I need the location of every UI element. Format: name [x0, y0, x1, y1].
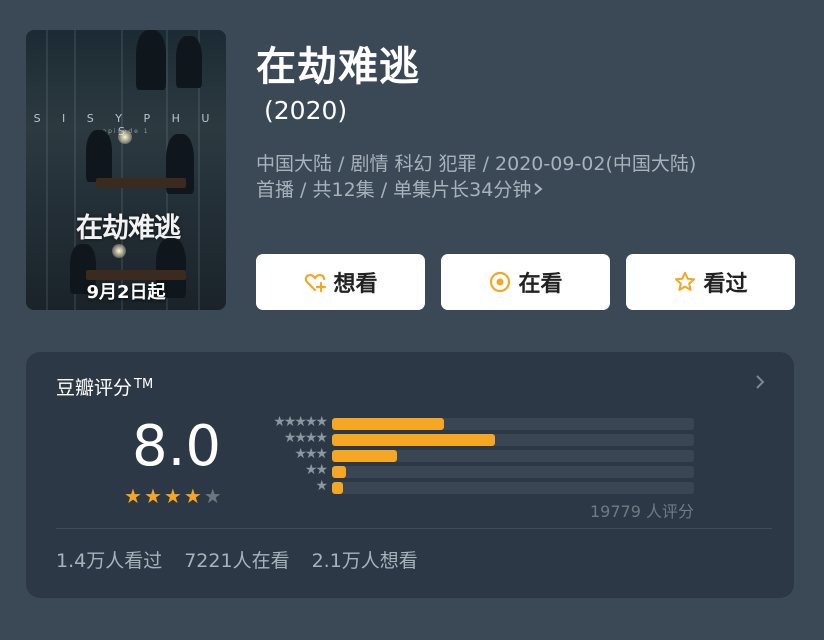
- trademark: TM: [134, 377, 154, 392]
- star-filled-icon: ★: [163, 484, 182, 508]
- rating-row-stars: ★★: [304, 462, 328, 478]
- stat-want: 2.1万人想看: [311, 550, 418, 572]
- rating-bar-track: [332, 450, 694, 462]
- poster-date: 9月2日起: [86, 282, 166, 303]
- poster-image[interactable]: S I S Y P H U S episode 1 在劫难逃 9月2日起: [26, 30, 226, 310]
- movie-title: 在劫难逃: [256, 44, 420, 90]
- score-stars: ★ ★ ★ ★ ★: [124, 486, 222, 506]
- stats-row: 1.4万人看过 7221人在看 2.1万人想看: [56, 546, 418, 573]
- target-icon: [488, 270, 512, 294]
- divider: [56, 528, 772, 529]
- rating-score: 8.0: [132, 414, 222, 479]
- rating-row-stars: ★★★★★: [273, 414, 328, 430]
- rating-card[interactable]: 豆瓣评分 TM 8.0 ★ ★ ★ ★ ★ ★★★★★ ★★★★ ★★★ ★★ ★ 19779 人…: [26, 352, 794, 598]
- rating-bar-fill: [332, 418, 445, 430]
- star-filled-icon: ★: [124, 484, 142, 508]
- want-label: 想看: [333, 272, 378, 297]
- rating-title: 豆瓣评分 TM: [56, 373, 153, 400]
- rating-bar-fill: [332, 482, 343, 494]
- rating-row-stars: ★★★: [294, 446, 328, 462]
- rating-row-stars: ★: [315, 478, 327, 494]
- movie-year: (2020): [264, 96, 348, 125]
- chevron-right-icon: [533, 179, 543, 201]
- watching-label: 在看: [518, 272, 563, 297]
- watching-button[interactable]: 在看: [441, 254, 610, 310]
- rating-bar-fill: [332, 450, 398, 462]
- rating-bar-track: [332, 434, 694, 446]
- star-empty-icon: ★: [203, 484, 222, 508]
- stat-watched: 1.4万人看过: [56, 550, 163, 572]
- star-filled-icon: ★: [183, 484, 202, 508]
- chevron-right-icon[interactable]: [754, 374, 766, 389]
- meta-line-1: 中国大陆 / 剧情 科幻 犯罪 / 2020-09-02(中国大陆): [256, 153, 697, 175]
- want-button[interactable]: 想看: [256, 254, 425, 310]
- rating-bar-fill: [332, 434, 495, 446]
- rating-bar-track: [332, 482, 694, 494]
- star-icon: [673, 270, 697, 294]
- stat-watching: 7221人在看: [184, 550, 290, 572]
- watched-button[interactable]: 看过: [626, 254, 795, 310]
- rating-bar-track: [332, 418, 694, 430]
- rating-count: 19779 人评分: [590, 502, 694, 521]
- movie-meta[interactable]: 中国大陆 / 剧情 科幻 犯罪 / 2020-09-02(中国大陆) 首播 / …: [256, 151, 796, 203]
- rating-bar-fill: [332, 466, 347, 478]
- meta-line-2: 首播 / 共12集 / 单集片长34分钟: [256, 179, 532, 201]
- watched-label: 看过: [703, 272, 748, 297]
- rating-row-1-star: ★: [252, 478, 732, 496]
- rating-title-text: 豆瓣评分: [56, 377, 133, 399]
- rating-bar-track: [332, 466, 694, 478]
- rating-row-stars: ★★★★: [283, 430, 328, 446]
- heart-plus-icon: [303, 270, 327, 294]
- star-filled-icon: ★: [143, 484, 162, 508]
